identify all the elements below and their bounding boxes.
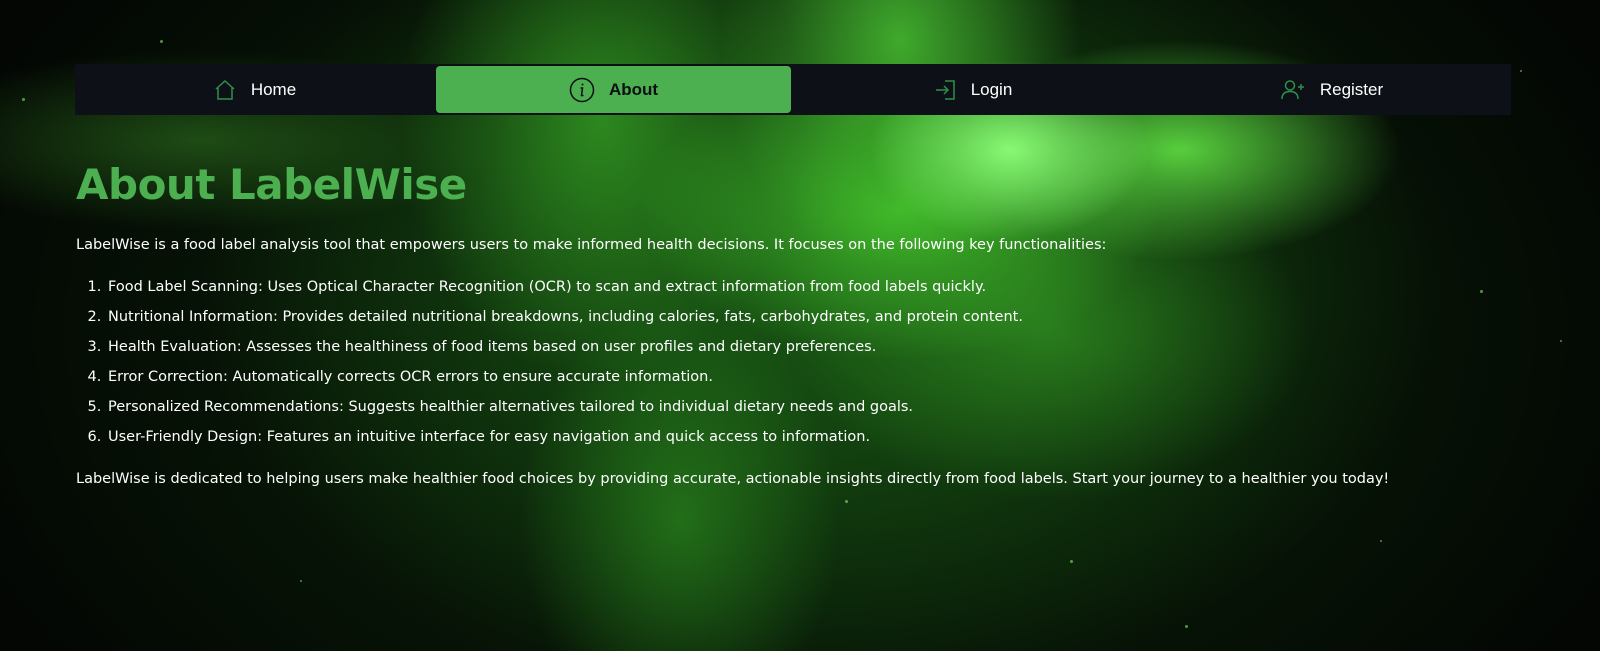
feature-item: Nutritional Information: Provides detail… [106, 307, 1536, 327]
nav-register-label: Register [1319, 79, 1384, 99]
background-speck [22, 98, 25, 101]
feature-item: Health Evaluation: Assesses the healthin… [106, 337, 1536, 357]
feature-item: Food Label Scanning: Uses Optical Charac… [106, 277, 1536, 297]
background-speck [1070, 560, 1073, 563]
info-icon [569, 77, 595, 103]
feature-item: User-Friendly Design: Features an intuit… [106, 427, 1536, 447]
intro-paragraph: LabelWise is a food label analysis tool … [76, 237, 1107, 253]
nav-home-label: Home [250, 79, 297, 99]
background-speck [1520, 70, 1522, 72]
login-icon [933, 79, 957, 101]
closing-paragraph: LabelWise is dedicated to helping users … [76, 471, 1390, 487]
nav-login-label: Login [970, 79, 1013, 99]
top-navigation: Home About Login Register [75, 64, 1511, 115]
background-speck [1560, 340, 1562, 342]
feature-item: Error Correction: Automatically corrects… [106, 367, 1536, 387]
background-speck [1380, 540, 1382, 542]
background-speck [1185, 625, 1188, 628]
user-plus-icon [1280, 79, 1306, 101]
nav-home[interactable]: Home [77, 66, 432, 113]
background-speck [160, 40, 163, 43]
feature-list: Food Label Scanning: Uses Optical Charac… [76, 277, 1536, 447]
home-icon [213, 79, 237, 101]
nav-register[interactable]: Register [1154, 66, 1509, 113]
nav-about-label: About [608, 79, 659, 99]
page-background: Home About Login Register About LabelWis… [0, 0, 1600, 651]
page-title: About LabelWise [76, 160, 467, 209]
about-content: About LabelWise LabelWise is a food labe… [76, 160, 1536, 489]
feature-item: Personalized Recommendations: Suggests h… [106, 397, 1536, 417]
nav-about[interactable]: About [436, 66, 791, 113]
nav-login[interactable]: Login [795, 66, 1150, 113]
background-speck [845, 500, 848, 503]
background-speck [300, 580, 302, 582]
